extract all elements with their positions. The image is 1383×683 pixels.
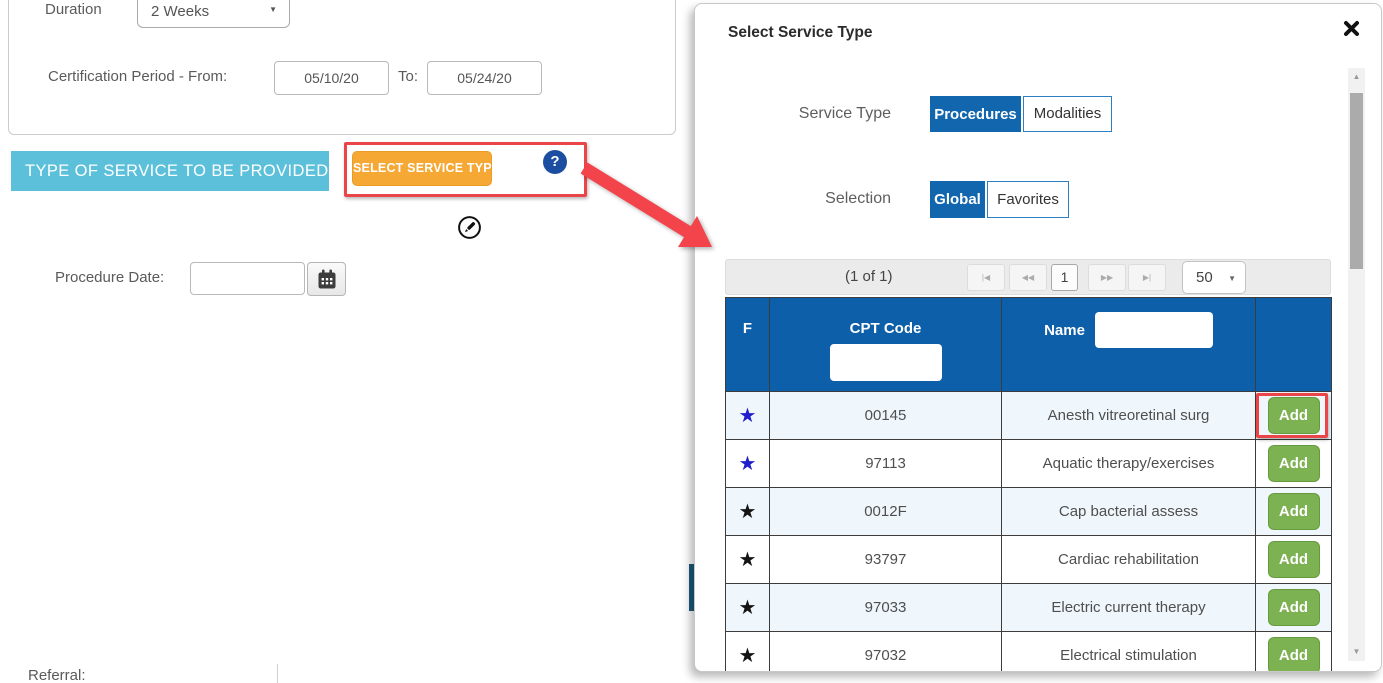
- scroll-up-icon[interactable]: ▲: [1348, 68, 1365, 86]
- modal-scrollbar[interactable]: ▲ ▼: [1348, 68, 1365, 661]
- referral-label: Referral:: [28, 667, 86, 683]
- certification-from-input[interactable]: [274, 61, 389, 95]
- toggle-global[interactable]: Global: [930, 181, 985, 218]
- form-divider: [277, 664, 278, 683]
- select-service-type-button[interactable]: SELECT SERVICE TYPE: [352, 151, 492, 186]
- paginator: (1 of 1) |◀ ◀◀ 1 ▶▶ ▶| 50 ▼: [725, 259, 1331, 295]
- name-cell: Cap bacterial assess: [1002, 488, 1256, 536]
- procedure-date-label: Procedure Date:: [55, 269, 164, 286]
- duration-select[interactable]: 2 Weeks ▼: [137, 0, 290, 28]
- add-button[interactable]: Add: [1268, 589, 1320, 626]
- cpt-code-cell: 97032: [770, 632, 1002, 673]
- modal-title: Select Service Type: [728, 24, 872, 42]
- calendar-button[interactable]: [307, 262, 346, 296]
- name-header-label: Name: [1044, 322, 1085, 339]
- close-icon[interactable]: [1341, 18, 1363, 40]
- procedure-date-input[interactable]: [190, 262, 305, 295]
- table-row: ★ 97033Electric current therapy Add: [726, 584, 1332, 632]
- add-button[interactable]: Add: [1268, 397, 1320, 434]
- paginator-next-icon[interactable]: ▶▶: [1088, 264, 1126, 291]
- name-cell: Anesth vitreoretinal surg: [1002, 392, 1256, 440]
- add-button[interactable]: Add: [1268, 445, 1320, 482]
- duration-label: Duration: [45, 1, 102, 18]
- name-cell: Electrical stimulation: [1002, 632, 1256, 673]
- toggle-modalities[interactable]: Modalities: [1023, 96, 1112, 132]
- scroll-down-icon[interactable]: ▼: [1348, 643, 1365, 661]
- paginator-prev-icon[interactable]: ◀◀: [1009, 264, 1047, 291]
- calendar-icon: [317, 269, 337, 290]
- selection-label: Selection: [695, 190, 891, 208]
- add-button[interactable]: Add: [1268, 637, 1320, 672]
- cpt-code-cell: 93797: [770, 536, 1002, 584]
- paginator-page-1[interactable]: 1: [1051, 264, 1078, 291]
- table-row: ★ 97032Electrical stimulation Add: [726, 632, 1332, 673]
- favorite-star-icon[interactable]: ★: [739, 453, 757, 475]
- cpt-code-cell: 00145: [770, 392, 1002, 440]
- cpt-code-cell: 0012F: [770, 488, 1002, 536]
- name-cell: Aquatic therapy/exercises: [1002, 440, 1256, 488]
- column-header-actions: [1256, 298, 1332, 392]
- table-row: ★ 00145Anesth vitreoretinal surg Add: [726, 392, 1332, 440]
- edit-pencil-icon[interactable]: [457, 215, 482, 240]
- column-header-cpt: CPT Code: [770, 298, 1002, 392]
- select-service-type-modal: Select Service Type Service Type Procedu…: [694, 3, 1382, 672]
- name-cell: Cardiac rehabilitation: [1002, 536, 1256, 584]
- service-type-label: Service Type: [695, 105, 891, 123]
- cpt-code-filter-input[interactable]: [830, 344, 942, 381]
- favorite-star-icon[interactable]: ★: [739, 405, 757, 427]
- column-header-favorite: F: [726, 298, 770, 392]
- name-filter-input[interactable]: [1095, 312, 1213, 348]
- rows-per-page-select[interactable]: 50 ▼: [1182, 261, 1246, 294]
- paginator-first-icon[interactable]: |◀: [967, 264, 1005, 291]
- toggle-favorites[interactable]: Favorites: [987, 181, 1069, 218]
- table-row: ★ 93797Cardiac rehabilitation Add: [726, 536, 1332, 584]
- column-header-name: Name: [1002, 298, 1256, 392]
- favorite-star-icon[interactable]: ★: [739, 597, 757, 619]
- certification-to-input[interactable]: [427, 61, 542, 95]
- favorite-star-icon[interactable]: ★: [739, 501, 757, 523]
- rows-per-page-value: 50: [1196, 269, 1213, 286]
- to-label: To:: [398, 68, 418, 85]
- paginator-status: (1 of 1): [845, 260, 893, 294]
- table-row: ★ 0012FCap bacterial assess Add: [726, 488, 1332, 536]
- favorite-star-icon[interactable]: ★: [739, 645, 757, 667]
- table-row: ★ 97113Aquatic therapy/exercises Add: [726, 440, 1332, 488]
- cpt-table: F CPT Code Name ★ 00145Anesth vitreoretin…: [725, 297, 1332, 672]
- caret-down-icon: ▼: [1228, 274, 1236, 283]
- cpt-code-cell: 97113: [770, 440, 1002, 488]
- paginator-last-icon[interactable]: ▶|: [1128, 264, 1166, 291]
- caret-down-icon: ▼: [269, 5, 277, 14]
- cpt-code-header-label: CPT Code: [770, 320, 1001, 337]
- type-of-service-banner: TYPE OF SERVICE TO BE PROVIDED: [11, 151, 329, 191]
- duration-select-value: 2 Weeks: [151, 3, 209, 20]
- add-button[interactable]: Add: [1268, 493, 1320, 530]
- scrollbar-thumb[interactable]: [1350, 93, 1363, 269]
- name-cell: Electric current therapy: [1002, 584, 1256, 632]
- add-button[interactable]: Add: [1268, 541, 1320, 578]
- cpt-code-cell: 97033: [770, 584, 1002, 632]
- favorite-star-icon[interactable]: ★: [739, 549, 757, 571]
- page: Duration 2 Weeks ▼ Certification Period …: [0, 0, 1383, 683]
- toggle-procedures[interactable]: Procedures: [930, 96, 1021, 132]
- certification-period-label: Certification Period - From:: [48, 68, 227, 85]
- help-icon[interactable]: ?: [543, 150, 567, 174]
